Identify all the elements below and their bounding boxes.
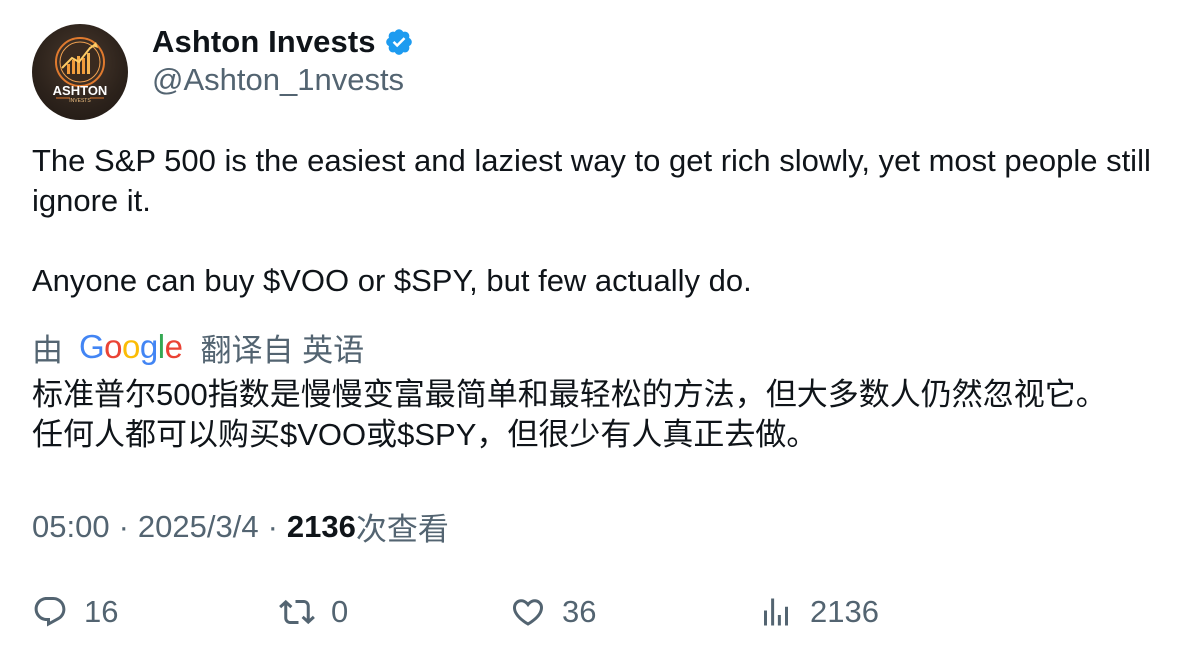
avatar-logo-icon: ASHTON INVESTS: [53, 37, 108, 104]
tweet: ASHTON INVESTS Ashton Invests @Ashton_1n…: [0, 0, 1196, 658]
meta-separator: ·: [118, 508, 129, 544]
tweet-date[interactable]: 2025/3/4: [138, 509, 259, 545]
retweet-icon: [279, 599, 315, 625]
avatar-sub-text: INVESTS: [69, 98, 91, 104]
translated-line-1: 标准普尔500指数是慢慢变富最简单和最轻松的方法，但大多数人仍然忽视它。: [32, 377, 1107, 412]
views-label: 次查看: [355, 512, 449, 547]
views-button[interactable]: 2136: [758, 590, 879, 634]
google-logo[interactable]: Google: [79, 328, 183, 366]
display-name[interactable]: Ashton Invests: [152, 24, 376, 60]
author-name-row[interactable]: Ashton Invests: [152, 22, 414, 62]
translated-text: 标准普尔500指数是慢慢变富最简单和最轻松的方法，但大多数人仍然忽视它。 任何人…: [32, 375, 1172, 455]
tweet-paragraph-2: Anyone can buy $VOO or $SPY, but few act…: [32, 263, 752, 298]
like-button[interactable]: 36: [510, 590, 596, 634]
views-count: 2136: [286, 508, 356, 544]
avatar-main-text: ASHTON: [53, 83, 108, 98]
reply-icon: [34, 597, 66, 627]
tweet-time[interactable]: 05:00: [32, 509, 110, 545]
retweet-count: 0: [331, 594, 349, 629]
heart-icon: [512, 599, 544, 626]
retweet-button[interactable]: 0: [279, 590, 348, 634]
views-action-count: 2136: [810, 594, 879, 629]
translation-prefix: 由: [32, 332, 63, 368]
tweet-meta: 05:00 · 2025/3/4 · 2136 次查看: [32, 504, 449, 549]
reply-button[interactable]: 16: [32, 590, 118, 634]
verified-badge-icon: [385, 29, 412, 55]
translation-suffix: 翻译自 英语: [200, 332, 365, 368]
action-bar: 16 0 36 2136: [0, 590, 1196, 634]
tweet-paragraph-1: The S&P 500 is the easiest and laziest w…: [32, 143, 1151, 218]
meta-separator: ·: [267, 508, 278, 544]
avatar[interactable]: ASHTON INVESTS: [32, 24, 128, 120]
author-handle[interactable]: @Ashton_1nvests: [152, 62, 404, 98]
views-bar-chart-icon: [764, 598, 788, 626]
translated-line-2: 任何人都可以购买$VOO或$SPY，但很少有人真正去做。: [32, 417, 818, 452]
tweet-text: The S&P 500 is the easiest and laziest w…: [32, 141, 1162, 301]
reply-count: 16: [84, 594, 119, 629]
like-count: 36: [562, 594, 597, 629]
translation-attribution: 由 Google 翻译自 英语: [32, 326, 364, 368]
